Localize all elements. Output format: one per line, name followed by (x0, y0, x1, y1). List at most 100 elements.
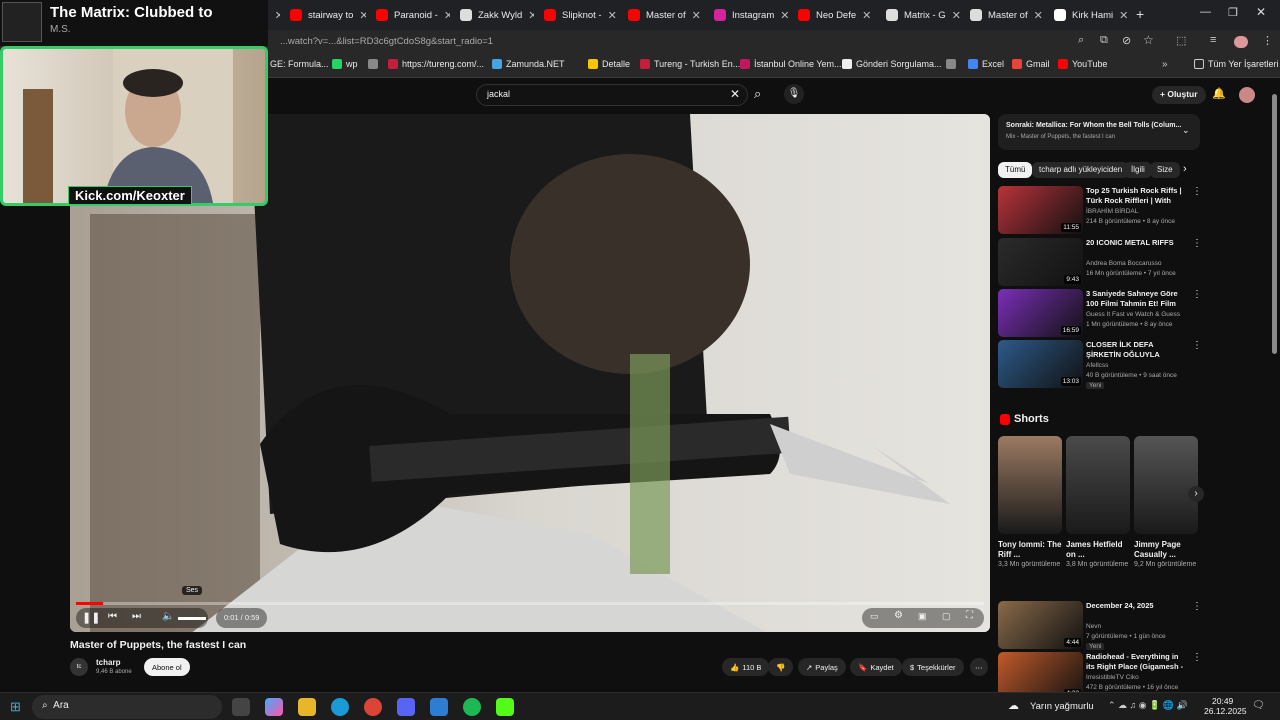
weather-text[interactable]: Yarın yağmurlu (1030, 701, 1094, 712)
video-thumbnail[interactable]: 11:55 (998, 186, 1083, 234)
search-icon[interactable]: ⌕ (754, 86, 761, 102)
browser-tab[interactable]: Paranoid - ✕ (368, 3, 450, 27)
spotify-icon[interactable] (463, 698, 481, 716)
channel-name[interactable]: tcharp (96, 658, 120, 667)
channel-name[interactable]: Guess It Fast ve Watch & Guess (1086, 311, 1180, 318)
bookmark-star-icon[interactable]: ☆ (1143, 33, 1154, 47)
all-bookmarks[interactable]: Tüm Yer İşaretleri (1194, 59, 1279, 69)
tab-close-icon[interactable]: ✕ (1034, 9, 1043, 22)
clear-search-icon[interactable]: ✕ (730, 87, 740, 101)
video-thumbnail[interactable]: 9:43 (998, 238, 1083, 286)
app-icon[interactable] (430, 698, 448, 716)
save-button[interactable]: 🔖 Kaydet (850, 658, 902, 676)
channel-avatar[interactable]: tc (70, 658, 88, 676)
bookmark-item[interactable]: Detalle (588, 59, 630, 69)
more-options-icon[interactable]: ⋮ (1192, 340, 1202, 351)
extensions-icon[interactable]: ⬚ (1176, 34, 1186, 47)
tab-close-icon[interactable]: ✕ (1119, 9, 1128, 22)
chrome-icon[interactable] (364, 698, 382, 716)
short-title[interactable]: James Hetfield on ... (1066, 540, 1130, 560)
thanks-button[interactable]: $ Teşekkürler (902, 658, 964, 676)
captions-icon[interactable]: ▭ (870, 611, 879, 622)
bookmark-item[interactable] (368, 59, 382, 69)
chips-next-icon[interactable]: › (1183, 163, 1187, 175)
maximize-icon[interactable]: ❐ (1228, 6, 1238, 19)
tab-close-icon[interactable]: ✕ (862, 9, 871, 22)
settings-icon[interactable]: ⚙ (894, 610, 903, 621)
video-title[interactable]: Radiohead - Everything in its Right Plac… (1086, 652, 1188, 672)
related-video[interactable]: 9:43 20 ICONIC METAL RIFFS Andrea Boma Boc… (998, 238, 1202, 286)
short-title[interactable]: Tony Iommi: The Riff ... (998, 540, 1062, 560)
search-input[interactable]: jackal (476, 84, 748, 106)
task-view-icon[interactable] (232, 698, 250, 716)
tab-close-icon[interactable]: ✕ (608, 9, 617, 22)
browser-tab[interactable]: stairway to ✕ (282, 3, 366, 27)
taskbar-search[interactable]: ⌕ Ara (32, 695, 222, 719)
bookmark-item[interactable]: Tureng - Turkish En... (640, 59, 740, 69)
volume-icon[interactable]: 🔈 (162, 611, 174, 622)
pause-icon[interactable]: ❚❚ (82, 611, 100, 624)
filter-chip[interactable]: Tümü (998, 162, 1033, 178)
like-button[interactable]: 👍 110 B (722, 658, 770, 676)
short-video[interactable]: Jimmy Page Casually ... 9,2 Mn görüntülem… (1134, 436, 1198, 570)
browser-tab[interactable]: Zakk Wyld ✕ (452, 3, 534, 27)
profile-avatar[interactable] (1234, 36, 1248, 48)
up-next-panel[interactable]: Sonraki: Metallica: For Whom the Bell To… (998, 114, 1200, 150)
minimize-icon[interactable]: — (1200, 6, 1211, 18)
channel-name[interactable]: IrresistibleTV Ciko (1086, 674, 1139, 681)
theater-icon[interactable]: ▢ (942, 611, 951, 622)
video-title[interactable]: 3 Saniyede Sahneye Göre 100 Filmi Tahmin… (1086, 289, 1188, 309)
subscribe-button[interactable]: Abone ol (144, 658, 190, 676)
short-video[interactable]: Tony Iommi: The Riff ... 3,3 Mn görüntüle… (998, 436, 1062, 570)
channel-name[interactable]: Andrea Boma Boccarusso (1086, 260, 1162, 267)
tab-close-icon[interactable]: ✕ (528, 9, 534, 22)
media-icon[interactable]: ≡ (1210, 34, 1216, 46)
close-window-icon[interactable]: ✕ (1256, 5, 1266, 19)
video-thumbnail[interactable]: 4:44 (998, 601, 1083, 649)
filter-chip[interactable]: Size (1150, 162, 1180, 178)
clock-date[interactable]: 26.12.2025 (1204, 706, 1247, 716)
mic-icon[interactable]: 🎙 (784, 84, 804, 104)
tab-close-icon[interactable]: ✕ (444, 9, 450, 22)
tab-close-icon[interactable]: ✕ (780, 9, 788, 22)
filter-chip[interactable]: tcharp adlı yükleyiciden (1032, 162, 1130, 178)
video-title[interactable]: December 24, 2025 (1086, 601, 1188, 611)
page-scrollbar[interactable] (1272, 94, 1277, 354)
bookmark-item[interactable]: İstanbul Online Yem... (740, 59, 842, 69)
file-explorer-icon[interactable] (298, 698, 316, 716)
bookmark-item[interactable]: Zamunda.NET (492, 59, 565, 69)
progress-track[interactable] (76, 602, 984, 605)
short-thumbnail[interactable] (1134, 436, 1198, 534)
browser-tab[interactable]: Master of ✕ (962, 3, 1044, 27)
shorts-next-icon[interactable]: › (1188, 486, 1204, 502)
more-bookmarks-icon[interactable]: » (1162, 59, 1168, 70)
video-thumbnail[interactable]: 13:03 (998, 340, 1083, 388)
bookmark-item[interactable]: Gmail (1012, 59, 1050, 69)
bookmark-item[interactable]: GE: Formula... (270, 59, 329, 69)
tab-close-icon[interactable]: ✕ (359, 9, 366, 22)
video-title[interactable]: CLOSER İLK DEFA ŞİRKETİN OĞLUYLA OYNUYOR… (1086, 340, 1188, 360)
share-button[interactable]: ↗ Paylaş (798, 658, 846, 676)
windows-start-icon[interactable]: ⊞ (10, 699, 21, 715)
tab-close-icon[interactable]: ✕ (692, 9, 701, 22)
bookmark-item[interactable]: wp (332, 59, 358, 69)
chevron-down-icon[interactable]: ⌄ (1182, 125, 1190, 136)
video-title[interactable]: 20 ICONIC METAL RIFFS (1086, 238, 1188, 248)
more-options-icon[interactable]: ⋮ (1192, 601, 1202, 612)
channel-name[interactable]: İBRAHİM BİRDAL (1086, 208, 1138, 215)
short-video[interactable]: James Hetfield on ... 3,8 Mn görüntüleme (1066, 436, 1130, 570)
menu-icon[interactable]: ⋮ (1262, 34, 1273, 47)
bookmark-item[interactable]: Gönderi Sorgulama... (842, 59, 942, 69)
browser-tab[interactable]: Instagram ✕ (706, 3, 788, 27)
bookmark-item[interactable]: Excel (968, 59, 1004, 69)
more-options-icon[interactable]: ⋮ (1192, 652, 1202, 663)
related-video[interactable]: 11:55 Top 25 Turkish Rock Riffs | Türk Ro… (998, 186, 1202, 234)
filter-chip[interactable]: İlgili (1124, 162, 1152, 178)
short-thumbnail[interactable] (1066, 436, 1130, 534)
prev-icon[interactable]: ⏮ (108, 611, 117, 622)
volume-slider[interactable] (178, 617, 206, 620)
channel-name[interactable]: Nevn (1086, 623, 1101, 630)
kick-app-icon[interactable] (496, 698, 514, 716)
related-video[interactable]: 4:44 December 24, 2025 Nevn 7 görüntüleme •… (998, 601, 1202, 650)
browser-tab[interactable]: Master of ✕ (620, 3, 704, 27)
